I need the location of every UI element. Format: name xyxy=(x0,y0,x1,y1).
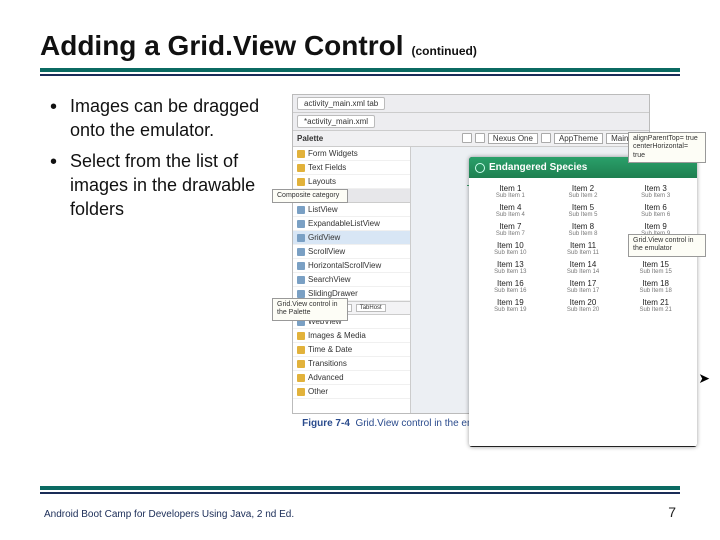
grid-cell[interactable]: Item 3Sub Item 3 xyxy=(620,184,691,199)
palette-item-gridview[interactable]: GridView xyxy=(293,231,410,245)
toolbar-icon[interactable] xyxy=(541,133,551,143)
palette-folder[interactable]: Form Widgets xyxy=(293,147,410,161)
callout-gridview: Grid.View control in the Palette xyxy=(272,298,348,321)
palette-item[interactable]: ScrollView xyxy=(293,245,410,259)
palette-item[interactable]: HorizontalScrollView xyxy=(293,259,410,273)
grid-cell[interactable]: Item 2Sub Item 2 xyxy=(548,184,619,199)
ide-tab-file[interactable]: *activity_main.xml xyxy=(297,115,375,128)
palette-item[interactable]: ListView xyxy=(293,203,410,217)
palette-folder[interactable]: Layouts xyxy=(293,175,410,189)
grid-cell[interactable]: Item 20Sub Item 20 xyxy=(548,298,619,313)
palette-folder[interactable]: Other xyxy=(293,385,410,399)
grid-cell[interactable]: Item 6Sub Item 6 xyxy=(620,203,691,218)
app-title: Endangered Species xyxy=(489,162,587,173)
callout-align: alignParentTop= true centerHorizontal= t… xyxy=(628,132,706,163)
toolbar-icon[interactable] xyxy=(462,133,472,143)
palette-item[interactable]: ExpandableListView xyxy=(293,217,410,231)
grid-cell[interactable]: Item 11Sub Item 11 xyxy=(548,241,619,256)
emulator-frame: Endangered Species Item 1Sub Item 1Item … xyxy=(469,157,697,447)
palette-folder[interactable]: Images & Media xyxy=(293,329,410,343)
bullet-item: Images can be dragged onto the emulator. xyxy=(46,94,270,143)
palette-folder[interactable]: Text Fields xyxy=(293,161,410,175)
title-rule xyxy=(40,68,680,76)
slide-subtitle: (continued) xyxy=(412,44,477,58)
palette-panel: Form Widgets Text Fields Layouts Composi… xyxy=(293,147,411,413)
grid-cell[interactable]: Item 8Sub Item 8 xyxy=(548,222,619,237)
grid-cell[interactable]: Item 16Sub Item 16 xyxy=(475,279,546,294)
grid-cell[interactable]: Item 17Sub Item 17 xyxy=(548,279,619,294)
grid-cell[interactable]: Item 10Sub Item 10 xyxy=(475,241,546,256)
ide-tab-main[interactable]: activity_main.xml tab xyxy=(297,97,385,110)
cursor-icon: ➤ xyxy=(698,370,710,387)
grid-cell[interactable]: Item 5Sub Item 5 xyxy=(548,203,619,218)
grid-cell[interactable]: Item 19Sub Item 19 xyxy=(475,298,546,313)
palette-title: Palette xyxy=(297,134,323,143)
grid-cell[interactable]: Item 14Sub Item 14 xyxy=(548,260,619,275)
bullet-item: Select from the list of images in the dr… xyxy=(46,149,270,222)
design-canvas: Endangered Species Item 1Sub Item 1Item … xyxy=(411,147,649,413)
slide-title: Adding a Grid.View Control xyxy=(40,30,404,62)
grid-cell[interactable]: Item 15Sub Item 15 xyxy=(620,260,691,275)
theme-select[interactable]: AppTheme xyxy=(554,133,603,144)
footer-rule xyxy=(40,486,680,494)
bullet-list: Images can be dragged onto the emulator.… xyxy=(40,94,270,429)
callout-category: Composite category xyxy=(272,189,348,203)
palette-folder[interactable]: Transitions xyxy=(293,357,410,371)
palette-folder[interactable]: Advanced xyxy=(293,371,410,385)
grid-cell[interactable]: Item 7Sub Item 7 xyxy=(475,222,546,237)
callout-emulator: Grid.View control in the emulator xyxy=(628,234,706,257)
grid-cell[interactable]: Item 21Sub Item 21 xyxy=(620,298,691,313)
palette-item[interactable]: SearchView xyxy=(293,273,410,287)
grid-cell[interactable]: Item 4Sub Item 4 xyxy=(475,203,546,218)
toolbar-icon[interactable] xyxy=(475,133,485,143)
palette-folder[interactable]: Time & Date xyxy=(293,343,410,357)
grid-cell[interactable]: Item 13Sub Item 13 xyxy=(475,260,546,275)
ide-screenshot: activity_main.xml tab *activity_main.xml… xyxy=(292,94,650,414)
device-select[interactable]: Nexus One xyxy=(488,133,538,144)
globe-icon xyxy=(475,163,485,173)
grid-cell[interactable]: Item 18Sub Item 18 xyxy=(620,279,691,294)
grid-cell[interactable]: Item 1Sub Item 1 xyxy=(475,184,546,199)
footer-text: Android Boot Camp for Developers Using J… xyxy=(44,509,294,520)
page-number: 7 xyxy=(668,504,676,520)
